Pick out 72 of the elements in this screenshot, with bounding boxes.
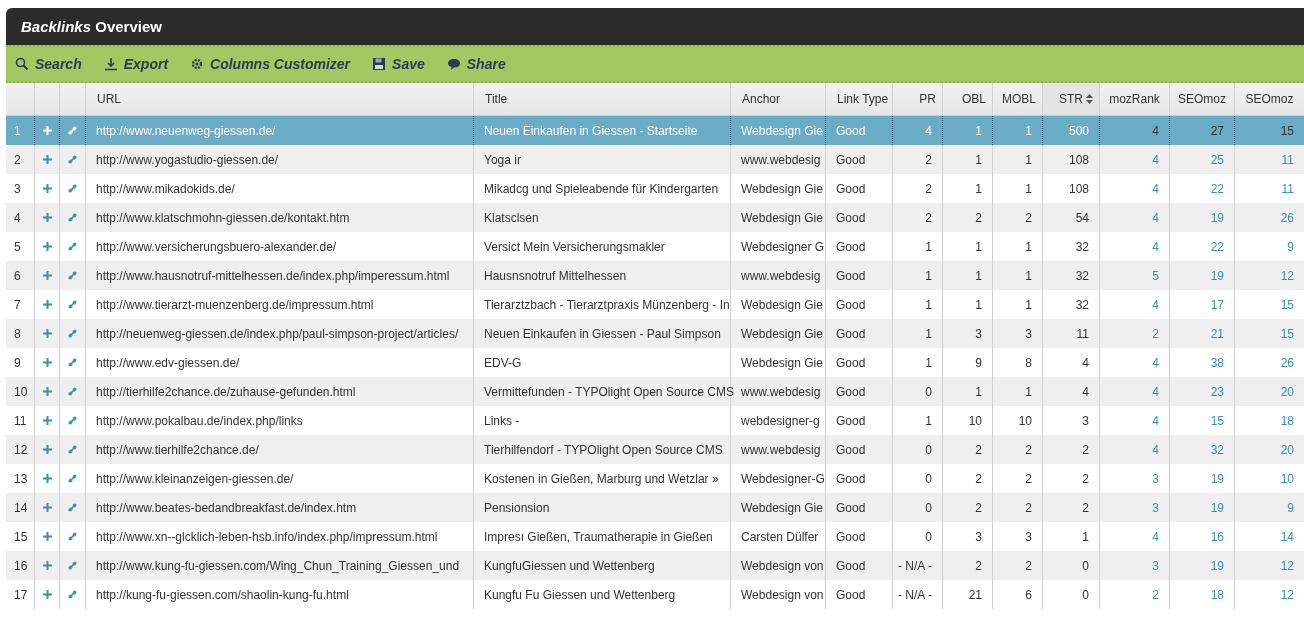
link-icon[interactable] (68, 184, 77, 193)
table-row[interactable]: 14 http://www.beates-bedandbreakfast.de/index.htm Pensionsion Webdesign Gie Good 0 2 2 2 3 19 9 (6, 493, 1304, 522)
plus-icon[interactable] (42, 242, 52, 251)
speech-bubble-icon (446, 57, 461, 71)
table-row[interactable]: 16 http://www.kung-fu-giessen.com/Wing_Chun_Training_Giessen_und KungfuGiessen und Wettenberg Webdesign von Good - N/A - 2 2 0 3 19 12 (6, 551, 1304, 580)
plus-icon[interactable] (42, 300, 52, 309)
table-cell: http://kung-fu-giessen.com/shaolin-kung-fu.html (86, 580, 474, 609)
toolbar-button[interactable]: Search (15, 56, 82, 72)
link-icon[interactable] (68, 590, 77, 599)
toolbar-button[interactable]: Save (372, 56, 425, 72)
column-header[interactable]: SEOmoz (1170, 83, 1235, 115)
table-cell: 21 (943, 580, 993, 609)
table-row[interactable]: 2 http://www.yogastudio-giessen.de/ Yoga ir www.webdesig Good 2 1 1 108 4 25 11 (6, 145, 1304, 174)
link-icon[interactable] (68, 155, 77, 164)
column-header[interactable]: URL (86, 83, 474, 115)
plus-icon[interactable] (42, 561, 52, 570)
plus-icon[interactable] (42, 387, 52, 396)
plus-icon[interactable] (42, 503, 52, 512)
column-header[interactable]: Link Type (826, 83, 893, 115)
table-cell: 18 (1170, 580, 1235, 609)
table-row[interactable]: 4 http://www.klatschmohn-giessen.de/kontakt.htm Klatsclsen Webdesign Gie Good 2 2 2 54 4 19 26 (6, 203, 1304, 232)
plus-icon[interactable] (42, 329, 52, 338)
table-cell: 12 (1235, 580, 1304, 609)
plus-icon[interactable] (42, 155, 52, 164)
table-cell: Webdesign von (731, 580, 826, 609)
link-icon[interactable] (68, 271, 77, 280)
plus-icon[interactable] (42, 590, 52, 599)
table-cell: 0 (1043, 580, 1100, 609)
window-title: Backlinks Overview (21, 18, 162, 35)
table-row[interactable]: 6 http://www.hausnotruf-mittelhessen.de/index.php/imperessum.html Hausnsnotruf Mittelhessen www.webdesig Good 1 1 1 32 5 19 12 (6, 261, 1304, 290)
toolbar-button[interactable]: Export (103, 56, 169, 72)
column-header[interactable]: Anchor (731, 83, 826, 115)
search-icon (15, 57, 29, 71)
gear-icon (190, 57, 205, 71)
link-icon[interactable] (68, 358, 77, 367)
plus-icon[interactable] (42, 213, 52, 222)
link-icon[interactable] (68, 329, 77, 338)
link-icon[interactable] (68, 474, 77, 483)
link-icon[interactable] (68, 445, 77, 454)
link-icon[interactable] (68, 416, 77, 425)
link-icon[interactable] (68, 532, 77, 541)
plus-icon[interactable] (42, 271, 52, 280)
row-number: 17 (6, 580, 35, 609)
link-icon[interactable] (68, 503, 77, 512)
table-row[interactable]: 8 http://neuenweg-giessen.de/index.php/paul-simpson-project/articles/ Neuen Einkaufen in Giessen - Paul Simpson Webdesign Gie Good 1 3 3 11 2 21 15 (6, 319, 1304, 348)
toolbar-button[interactable]: Columns Customizer (190, 56, 351, 72)
table-cell: - N/A - (893, 580, 943, 609)
column-header[interactable]: OBL (943, 83, 993, 115)
table-cell: 2 (1100, 580, 1170, 609)
link-icon[interactable] (68, 300, 77, 309)
column-header[interactable]: Title (474, 83, 731, 115)
column-header[interactable]: SEOmoz (1235, 83, 1304, 115)
toolbar-button[interactable]: Share (446, 56, 506, 72)
column-header[interactable]: STR (1043, 83, 1100, 115)
link-icon[interactable] (68, 387, 77, 396)
link-icon[interactable] (68, 213, 77, 222)
plus-icon[interactable] (42, 358, 52, 367)
download-icon (103, 57, 118, 71)
table-cell: Kungfu Fu Giessen und Wettenberg (474, 580, 731, 609)
table-cell: Good (826, 580, 893, 609)
plus-icon[interactable] (42, 474, 52, 483)
sort-icon (1086, 94, 1093, 104)
plus-icon[interactable] (42, 532, 52, 541)
column-header[interactable]: mozRank (1100, 83, 1170, 115)
link-icon[interactable] (68, 242, 77, 251)
table-cell: 6 (993, 580, 1043, 609)
plus-icon[interactable] (42, 445, 52, 454)
link-icon[interactable] (68, 561, 77, 570)
table-row[interactable]: 12 http://www.tierhilfe2chance.de/ Tierhilfendorf - TYPOlight Open Source CMS www.webdesig Good 0 2 2 2 4 32 20 (6, 435, 1304, 464)
plus-icon[interactable] (42, 416, 52, 425)
plus-icon[interactable] (42, 184, 52, 193)
column-header[interactable]: PR (893, 83, 943, 115)
